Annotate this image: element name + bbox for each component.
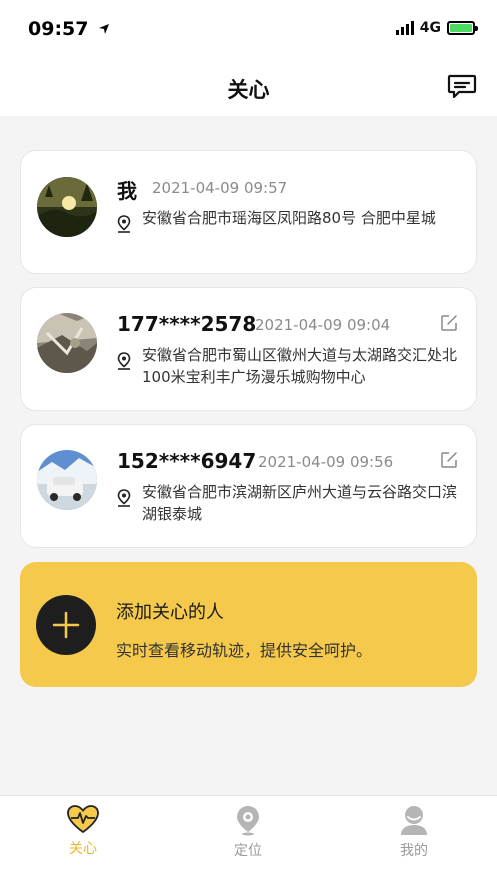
status-time-text: 09:57 [28, 18, 89, 40]
location-pin-icon [237, 806, 259, 836]
tab-location[interactable]: 定位 [208, 804, 288, 860]
add-contact-card[interactable]: 添加关心的人 实时查看移动轨迹，提供安全呵护。 [20, 562, 477, 687]
nav-bar: 关心 [0, 60, 497, 116]
tab-label: 定位 [234, 843, 262, 859]
add-card-title: 添加关心的人 [116, 602, 224, 623]
avatar [37, 313, 97, 373]
tab-care[interactable]: 关心 [43, 804, 123, 858]
add-card-subtitle: 实时查看移动轨迹，提供安全呵护。 [116, 641, 373, 660]
tab-label: 我的 [400, 843, 428, 859]
status-bar: 09:57 4G [0, 0, 497, 60]
plus-icon [52, 611, 80, 639]
contact-name: 我 [117, 179, 137, 203]
contact-name: 177****2578 [117, 312, 257, 336]
add-button[interactable] [36, 595, 96, 655]
message-icon[interactable] [447, 74, 477, 100]
contact-time: 2021-04-09 09:57 [152, 179, 288, 197]
status-time: 09:57 [28, 18, 110, 40]
location-arrow-icon [99, 24, 110, 34]
status-indicators: 4G [395, 20, 478, 36]
heart-pulse-icon [67, 805, 99, 834]
contact-address: 安徽省合肥市蜀山区徽州大道与太湖路交汇处北100米宝利丰广场漫乐城购物中心 [142, 346, 458, 386]
location-pin-icon [117, 215, 131, 233]
tab-mine[interactable]: 我的 [374, 804, 454, 860]
contact-card[interactable]: 177****2578 2021-04-09 09:04 安徽省合肥市蜀山区徽州… [20, 287, 477, 411]
avatar [37, 450, 97, 510]
contact-card[interactable]: 我 2021-04-09 09:57 安徽省合肥市瑶海区凤阳路80号 合肥中星城 [20, 150, 477, 274]
tab-bar: 关心 定位 我的 [0, 795, 497, 883]
contact-name: 152****6947 [117, 449, 257, 473]
battery-icon [447, 21, 478, 35]
tab-label: 关心 [69, 841, 97, 857]
network-type: 4G [419, 20, 441, 36]
contact-time: 2021-04-09 09:04 [255, 316, 391, 334]
edit-icon[interactable] [440, 314, 458, 332]
person-icon [401, 806, 427, 835]
avatar [37, 177, 97, 237]
contact-address: 安徽省合肥市瑶海区凤阳路80号 合肥中星城 [142, 209, 436, 227]
location-pin-icon [117, 489, 131, 507]
signal-icon [395, 21, 414, 35]
contact-address: 安徽省合肥市滨湖新区庐州大道与云谷路交口滨湖银泰城 [142, 483, 458, 523]
edit-icon[interactable] [440, 451, 458, 469]
location-pin-icon [117, 352, 131, 370]
contact-card[interactable]: 152****6947 2021-04-09 09:56 安徽省合肥市滨湖新区庐… [20, 424, 477, 548]
contact-time: 2021-04-09 09:56 [258, 453, 394, 471]
page-title: 关心 [227, 78, 270, 102]
